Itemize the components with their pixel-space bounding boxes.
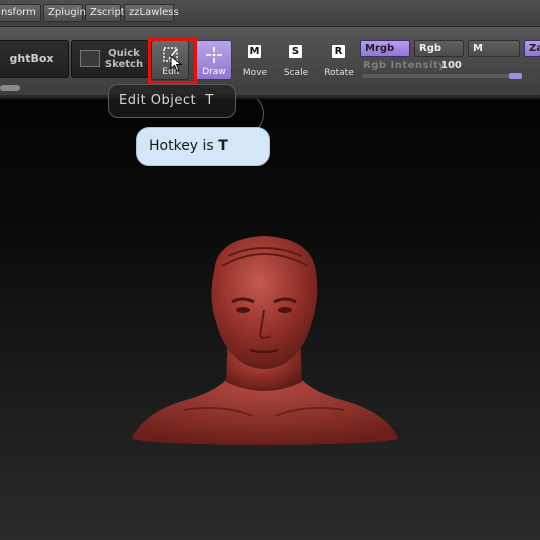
quick-sketch-label: Quick Sketch (104, 48, 144, 70)
scale-button[interactable]: S Scale (277, 40, 315, 80)
draw-button[interactable]: Draw (194, 40, 232, 80)
rgb-intensity-value: 100 (441, 60, 462, 71)
rgb-intensity-label: Rgb Intensity (363, 60, 446, 71)
tooltip-title: Edit Object T (119, 93, 214, 108)
rgb-intensity-fill (362, 74, 522, 78)
rotate-key-icon: R (332, 45, 345, 58)
move-label: Move (242, 68, 268, 78)
scale-key-icon: S (289, 45, 302, 58)
mrgb-button[interactable]: Mrgb (360, 40, 410, 57)
rotate-button[interactable]: R Rotate (320, 40, 358, 80)
rgb-button[interactable]: Rgb (414, 40, 464, 57)
menu-zplugin[interactable]: Zplugin (43, 4, 86, 22)
m-button[interactable]: M (468, 40, 520, 57)
lightbox-button[interactable]: ghtBox (0, 40, 69, 78)
toolbar-scroll-handle[interactable] (0, 85, 20, 91)
menu-zzlawless[interactable]: zzLawless (124, 4, 179, 22)
scale-label: Scale (283, 68, 309, 78)
menu-transform[interactable]: nsform (0, 4, 41, 22)
zbrush-window: nsform Zplugin Zscript zzLawless ghtBox … (0, 0, 540, 540)
move-button[interactable]: M Move (236, 40, 274, 80)
sculpt-bust-model (132, 236, 398, 445)
hotkey-prefix: Hotkey is (149, 138, 219, 154)
mouse-cursor-icon (170, 55, 183, 72)
move-key-icon: M (248, 45, 261, 58)
rgb-intensity-thumb[interactable] (509, 73, 522, 79)
zadd-button[interactable]: Za (524, 40, 540, 57)
toolbar: ghtBox Quick Sketch Edit Draw M Move S S… (0, 27, 540, 97)
rotate-label: Rotate (324, 68, 354, 78)
menu-zscript[interactable]: Zscript (85, 4, 125, 22)
draw-label: Draw (202, 67, 226, 77)
rgb-intensity-slider[interactable] (362, 73, 522, 79)
quick-sketch-icon (80, 50, 100, 67)
draw-icon (206, 47, 222, 63)
quick-sketch-button[interactable]: Quick Sketch (71, 40, 149, 78)
hotkey-key: T (218, 138, 228, 154)
menu-bar: nsform Zplugin Zscript zzLawless (0, 0, 540, 27)
hotkey-tooltip: Hotkey is T (136, 127, 270, 166)
